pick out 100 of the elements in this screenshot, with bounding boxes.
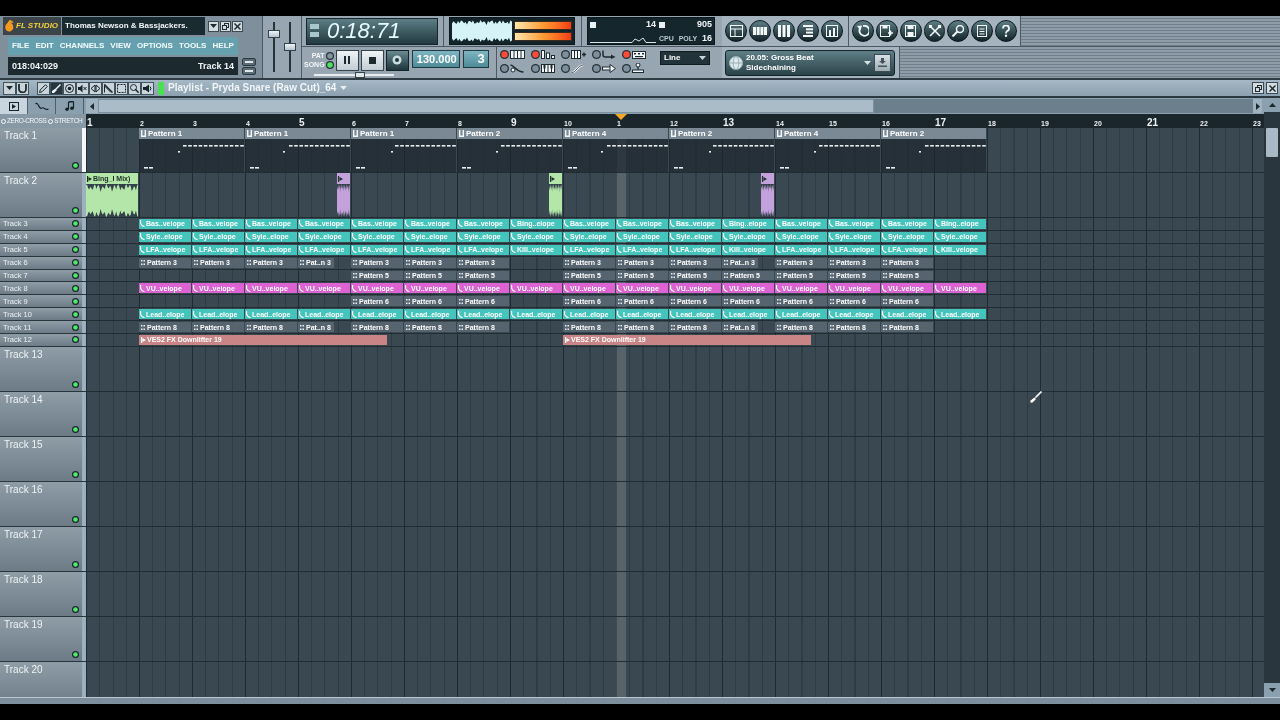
pattern-clip[interactable]: Pattern 2 <box>881 128 986 172</box>
save-button[interactable] <box>899 20 922 42</box>
horizontal-scrollbar[interactable] <box>98 99 1253 113</box>
track-lanes[interactable] <box>86 128 1264 697</box>
view-tab[interactable] <box>0 98 28 114</box>
download-button[interactable] <box>874 53 891 72</box>
audio-clip[interactable] <box>761 173 774 217</box>
help-button[interactable] <box>995 20 1017 42</box>
track-header[interactable]: Track 1 <box>0 128 82 172</box>
close-button[interactable] <box>232 20 243 32</box>
project-info-button[interactable] <box>971 20 994 42</box>
snap-button[interactable] <box>16 81 29 95</box>
tool-button[interactable] <box>50 81 63 95</box>
led-icon[interactable] <box>72 207 79 214</box>
restore-button[interactable] <box>1252 82 1264 94</box>
led-icon[interactable] <box>72 323 79 331</box>
menu-item[interactable]: FILE <box>12 41 30 51</box>
led-icon[interactable] <box>72 284 79 292</box>
pattern-clip[interactable]: Pattern 1 <box>351 128 456 172</box>
pattern-display[interactable]: 3 <box>462 50 489 68</box>
playlist-button[interactable] <box>725 20 747 42</box>
tool-button[interactable] <box>76 81 89 95</box>
vertical-slider[interactable] <box>268 22 280 72</box>
option-toggle[interactable] <box>561 50 589 59</box>
menu-item[interactable]: HELP <box>212 41 234 51</box>
menu-item[interactable]: TOOLS <box>179 41 207 51</box>
tempo-display[interactable]: 130.000 <box>411 50 460 68</box>
pattern-clip[interactable]: Pattern 2 <box>669 128 774 172</box>
window-menu-button[interactable] <box>208 20 219 32</box>
news-panel[interactable]: 20.05: Gross Beat Sidechaining <box>725 49 895 76</box>
slider-thumb[interactable] <box>354 72 365 78</box>
record-button[interactable] <box>385 49 409 71</box>
track-header[interactable]: Track 13 <box>0 346 82 391</box>
scroll-up-button[interactable] <box>1264 96 1280 112</box>
led-icon[interactable] <box>72 233 79 241</box>
plugin-picker-button[interactable] <box>947 20 970 42</box>
led-icon[interactable] <box>72 380 79 388</box>
slider-thumb[interactable] <box>284 43 296 51</box>
tool-button[interactable] <box>141 81 154 95</box>
track-header[interactable]: Track 2 <box>0 173 82 217</box>
tool-button[interactable] <box>128 81 141 95</box>
piano-roll-button[interactable] <box>773 20 795 42</box>
track-header[interactable]: Track 15 <box>0 436 82 481</box>
panel-toggle-button[interactable] <box>242 57 256 66</box>
menu-item[interactable]: EDIT <box>35 41 54 51</box>
browser-button[interactable] <box>797 20 819 42</box>
color-swatch-icon[interactable] <box>158 81 164 95</box>
menu-item[interactable]: VIEW <box>110 41 131 51</box>
option-toggle[interactable] <box>500 50 528 59</box>
track-header[interactable]: Track 17 <box>0 526 82 571</box>
led-icon[interactable] <box>72 297 79 305</box>
led-icon[interactable] <box>72 336 79 344</box>
led-icon[interactable] <box>72 605 79 613</box>
vertical-slider[interactable] <box>284 22 296 72</box>
led-icon[interactable] <box>72 246 79 254</box>
led-icon[interactable] <box>72 560 79 568</box>
audio-clip[interactable] <box>337 173 350 217</box>
led-icon[interactable] <box>72 220 79 228</box>
menu-item[interactable]: CHANNELS <box>59 41 105 51</box>
tool-button[interactable] <box>37 81 50 95</box>
pattern-clip[interactable]: Pattern 1 <box>245 128 350 172</box>
step-sequencer-button[interactable] <box>749 20 771 42</box>
vertical-scrollbar[interactable] <box>1264 96 1280 697</box>
restore-button[interactable] <box>220 20 231 32</box>
playlist-menu-button[interactable] <box>3 81 16 95</box>
track-header[interactable]: Track 20 <box>0 661 82 697</box>
play-pause-button[interactable] <box>335 49 359 71</box>
mixer-button[interactable] <box>821 20 843 42</box>
panel-toggle-button[interactable] <box>242 66 256 75</box>
audio-clip[interactable] <box>549 173 562 217</box>
pattern-clip[interactable]: Pattern 2 <box>457 128 562 172</box>
led-icon[interactable] <box>72 310 79 318</box>
export-button[interactable] <box>923 20 946 42</box>
scroll-right-button[interactable] <box>1253 99 1262 113</box>
led-icon[interactable] <box>72 470 79 478</box>
menu-item[interactable]: OPTIONS <box>136 41 173 51</box>
track-header[interactable]: Track 16 <box>0 481 82 526</box>
scroll-left-button[interactable] <box>86 99 98 113</box>
led-icon[interactable] <box>72 162 79 169</box>
led-icon[interactable] <box>72 650 79 658</box>
pattern-clip[interactable]: Pattern 4 <box>563 128 668 172</box>
pattern-clip[interactable]: Pattern 4 <box>775 128 880 172</box>
scroll-thumb[interactable] <box>1266 128 1278 157</box>
snap-dropdown[interactable]: Line <box>660 51 710 65</box>
track-header[interactable]: Track 19 <box>0 616 82 661</box>
led-icon[interactable] <box>72 425 79 433</box>
track-header[interactable]: Track 18 <box>0 571 82 616</box>
scroll-down-button[interactable] <box>1264 683 1280 697</box>
led-icon[interactable] <box>72 259 79 267</box>
slider-thumb[interactable] <box>268 30 280 39</box>
track-header[interactable]: Track 14 <box>0 391 82 436</box>
close-button[interactable] <box>1266 82 1278 94</box>
undo-button[interactable] <box>852 20 874 42</box>
tool-button[interactable] <box>115 81 128 95</box>
stop-button[interactable] <box>360 49 384 71</box>
app-logo[interactable]: FL STUDIO <box>3 17 61 35</box>
tool-button[interactable] <box>89 81 102 95</box>
save-as-button[interactable] <box>875 20 898 42</box>
led-icon[interactable] <box>72 515 79 523</box>
pattern-clip[interactable]: Pattern 1 <box>139 128 244 172</box>
